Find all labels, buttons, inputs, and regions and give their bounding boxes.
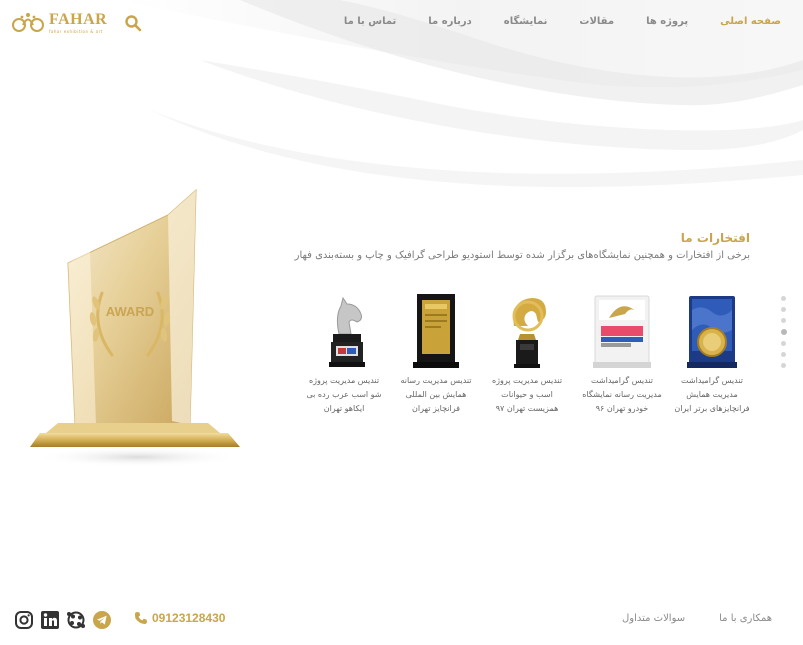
award-card[interactable]: تندیس مدیریت رسانه همایش بین المللی فران… <box>394 290 478 416</box>
nav-exhibition[interactable]: نمایشگاه <box>504 16 548 27</box>
main-nav: صفحه اصلی پروژه ها مقالات نمایشگاه دربار… <box>344 16 781 27</box>
nav-about[interactable]: درباره ما <box>428 16 472 27</box>
award-caption-line: تندیس مدیریت پروژه <box>308 376 380 385</box>
award-caption-line: تندیس گرامیداشت <box>681 376 743 385</box>
award-caption-line: مدیریت همایش <box>686 390 738 399</box>
award-caption-line: مدیریت رسانه نمایشگاه <box>582 390 662 399</box>
slider-dot-active[interactable] <box>780 329 787 335</box>
slider-dot[interactable] <box>781 307 786 312</box>
brand-tagline: fahar exhibition & art <box>49 29 103 34</box>
section-description: برخی از افتخارات و همچنین نمایشگاه‌های ب… <box>294 250 750 261</box>
hero-award-label: AWARD <box>106 304 154 319</box>
slider-dot[interactable] <box>781 363 786 368</box>
footer-links: همکاری با ما سوالات متداول <box>622 613 772 624</box>
brand-logo[interactable]: FAHAR fahar exhibition & art <box>10 10 107 36</box>
hero-award-image: AWARD <box>30 188 243 467</box>
award-horse-head-image <box>512 298 546 368</box>
award-caption-line: فرانچایزهای برتر ایران <box>674 404 750 413</box>
award-gold-plaque-image <box>413 294 459 368</box>
phone-contact[interactable]: 09123128430 <box>134 611 225 625</box>
footer-link-faq[interactable]: سوالات متداول <box>622 613 685 624</box>
award-gold-medal-image <box>687 296 737 368</box>
award-silver-horse-image <box>329 296 365 367</box>
award-caption-line: همایش بین المللی <box>405 390 467 399</box>
nav-projects[interactable]: پروژه ها <box>646 16 688 27</box>
background-wave <box>120 0 803 188</box>
award-caption-line: تندیس مدیریت پروژه <box>491 376 563 385</box>
slider-dot[interactable] <box>781 352 786 357</box>
award-caption-line: اسب و حیوانات <box>501 390 553 399</box>
award-card[interactable]: تندیس مدیریت پروژه اسب و حیوانات همزیست … <box>485 290 569 416</box>
crown-logo-icon <box>12 13 44 32</box>
slider-dot[interactable] <box>781 296 786 301</box>
search-icon[interactable] <box>124 14 142 32</box>
phone-number: 09123128430 <box>152 611 226 625</box>
slider-pagination <box>780 296 789 368</box>
brand-name: FAHAR <box>49 11 108 28</box>
phone-icon <box>135 612 147 624</box>
linkedin-icon[interactable] <box>40 610 60 630</box>
nav-home[interactable]: صفحه اصلی <box>720 16 781 27</box>
award-plaque-image <box>593 295 651 368</box>
nav-contact[interactable]: تماس با ما <box>344 16 396 27</box>
award-card[interactable]: تندیس مدیریت پروژه شو اسب عرب رده بی ایک… <box>302 290 386 416</box>
award-caption-line: تندیس گرامیداشت <box>591 376 653 385</box>
social-links <box>14 610 112 630</box>
section-title: افتخارات ما <box>680 231 750 245</box>
award-caption-line: فرانچایز تهران <box>412 404 460 413</box>
award-caption-line: ایکاهو تهران <box>323 404 365 413</box>
award-caption-line: شو اسب عرب رده بی <box>306 390 382 399</box>
slider-dot[interactable] <box>781 341 786 346</box>
instagram-icon[interactable] <box>14 610 34 630</box>
footer-link-cooperate[interactable]: همکاری با ما <box>719 613 772 624</box>
nav-articles[interactable]: مقالات <box>579 16 614 27</box>
telegram-icon[interactable] <box>92 610 112 630</box>
award-caption-line: همزیست تهران ۹۷ <box>495 404 559 413</box>
slider-dot[interactable] <box>781 318 786 323</box>
awards-carousel: تندیس گرامیداشت مدیریت همایش فرانچایزهای… <box>300 290 760 430</box>
award-card[interactable]: تندیس گرامیداشت مدیریت همایش فرانچایزهای… <box>670 290 754 416</box>
award-card[interactable]: تندیس گرامیداشت مدیریت رسانه نمایشگاه خو… <box>580 290 664 416</box>
award-caption-line: تندیس مدیریت رسانه <box>400 376 472 385</box>
award-caption-line: خودرو تهران ۹۶ <box>595 404 649 413</box>
aparat-icon[interactable] <box>66 610 86 630</box>
